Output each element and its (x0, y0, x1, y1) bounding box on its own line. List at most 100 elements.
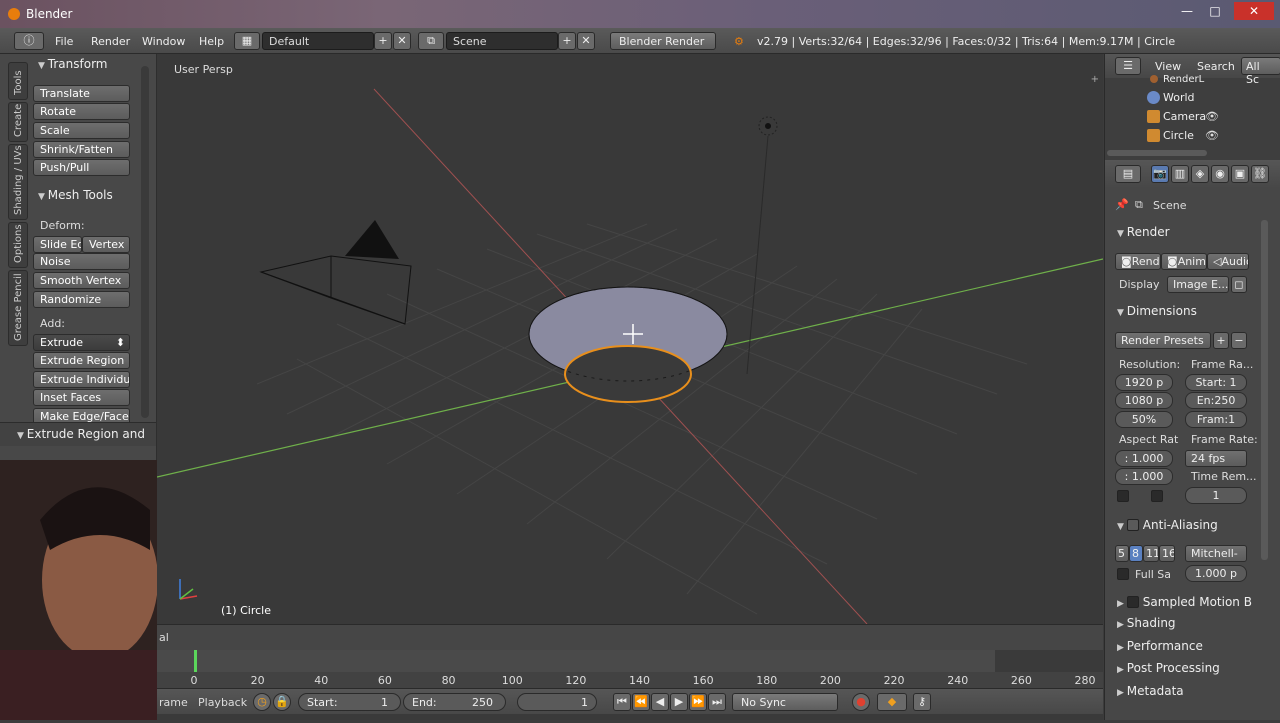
remove-scene-button[interactable]: ✕ (577, 32, 595, 50)
shrink-fatten-button[interactable]: Shrink/Fatten (33, 141, 130, 158)
aa-samples-8[interactable]: 8 (1129, 545, 1143, 562)
aspect-y-field[interactable]: : 1.000 (1115, 468, 1173, 485)
performance-panel-header[interactable]: Performance (1117, 639, 1203, 653)
extrude-region-button[interactable]: Extrude Region (33, 352, 130, 369)
border-checkbox[interactable] (1117, 490, 1129, 502)
resolution-x-field[interactable]: 1920 p (1115, 374, 1173, 391)
inset-faces-button[interactable]: Inset Faces (33, 389, 130, 406)
audio-button[interactable]: ◁Audio (1207, 253, 1249, 270)
screen-layout-icon[interactable]: ▦ (234, 32, 260, 50)
render-tab-icon[interactable]: 📷 (1151, 165, 1169, 183)
jump-start-icon[interactable]: ⏮ (613, 693, 631, 711)
extrude-dropdown[interactable]: Extrude ⬍ (33, 334, 130, 351)
post-processing-panel-header[interactable]: Post Processing (1117, 661, 1220, 675)
clock-icon[interactable]: ◷ (253, 693, 271, 711)
playback-menu[interactable]: Playback (198, 696, 247, 709)
outliner-item-world[interactable]: World (1163, 91, 1195, 104)
tab-grease-pencil[interactable]: Grease Pencil (8, 270, 28, 346)
keyframe-icon[interactable]: ⚷ (913, 693, 931, 711)
tab-tools[interactable]: Tools (8, 62, 28, 100)
camera-object[interactable] (259, 220, 412, 325)
display-select[interactable]: Image E... (1167, 276, 1229, 293)
timeline-area[interactable] (157, 650, 1103, 672)
scale-button[interactable]: Scale (33, 122, 130, 139)
menu-help[interactable]: Help (199, 35, 224, 48)
frame-end-field[interactable]: En:250 (1185, 392, 1247, 409)
randomize-button[interactable]: Randomize (33, 291, 130, 308)
outliner-item-renderlayers[interactable]: RenderL (1163, 74, 1204, 85)
motion-blur-checkbox[interactable] (1126, 596, 1139, 608)
crop-checkbox[interactable] (1151, 490, 1163, 502)
anti-aliasing-checkbox[interactable] (1126, 519, 1139, 531)
slide-edge-button[interactable]: Slide Ed (33, 236, 82, 253)
aspect-x-field[interactable]: : 1.000 (1115, 450, 1173, 467)
scene-icon[interactable]: ⧉ (418, 32, 444, 50)
anti-aliasing-panel-header[interactable]: Anti-Aliasing (1117, 517, 1218, 532)
start-frame-field[interactable]: Start: 1 (298, 693, 401, 711)
info-editor-icon[interactable]: ⓘ (14, 32, 44, 50)
tab-shading-uvs[interactable]: Shading / UVs (8, 144, 28, 220)
scene-field[interactable]: Scene (446, 32, 558, 50)
eye-icon[interactable]: 👁 (1205, 110, 1219, 123)
tab-options[interactable]: Options (8, 222, 28, 268)
motion-blur-panel-header[interactable]: Sampled Motion Blur (1117, 594, 1253, 609)
filter-size-field[interactable]: 1.000 p (1185, 565, 1247, 582)
shading-panel-header[interactable]: Shading (1117, 616, 1176, 630)
aa-samples-5[interactable]: 5 (1115, 545, 1129, 562)
frame-menu[interactable]: rame (159, 696, 188, 709)
aa-filter-select[interactable]: Mitchell- (1185, 545, 1247, 562)
end-frame-field[interactable]: End: 250 (403, 693, 506, 711)
3d-viewport[interactable]: User Persp (1) Circle + (157, 54, 1103, 624)
animation-button[interactable]: ◙Anima (1161, 253, 1207, 270)
frame-step-field[interactable]: Fram:1 (1185, 411, 1247, 428)
play-reverse-icon[interactable]: ◀ (651, 693, 669, 711)
properties-scrollbar[interactable] (1261, 220, 1268, 560)
remove-layout-button[interactable]: ✕ (393, 32, 411, 50)
window-icon[interactable]: ◻ (1231, 276, 1247, 293)
current-frame-marker[interactable] (194, 650, 197, 672)
pin-icon[interactable]: 📌 (1115, 198, 1129, 211)
dimensions-panel-header[interactable]: Dimensions (1117, 304, 1197, 318)
render-button[interactable]: ◙Rend (1115, 253, 1161, 270)
outliner-scrollbar[interactable] (1107, 150, 1207, 156)
object-tab-icon[interactable]: ▣ (1231, 165, 1249, 183)
tab-create[interactable]: Create (8, 102, 28, 142)
jump-end-icon[interactable]: ⏭ (708, 693, 726, 711)
outliner-item-camera[interactable]: Camera (1163, 110, 1206, 123)
properties-editor-icon[interactable]: ▤ (1115, 165, 1141, 183)
tool-shelf-scrollbar[interactable] (141, 66, 149, 418)
render-presets-select[interactable]: Render Presets (1115, 332, 1211, 349)
outliner-item-circle[interactable]: Circle (1163, 129, 1194, 142)
constraints-tab-icon[interactable]: ⛓ (1251, 165, 1269, 183)
render-engine-select[interactable]: Blender Render (610, 32, 716, 50)
resolution-percentage-field[interactable]: 50% (1115, 411, 1173, 428)
aa-samples-16[interactable]: 16 (1159, 545, 1175, 562)
operator-panel-header[interactable]: Extrude Region and (17, 427, 145, 441)
aa-samples-11[interactable]: 11 (1143, 545, 1159, 562)
scene-tab-icon[interactable]: ◈ (1191, 165, 1209, 183)
menu-render[interactable]: Render (91, 35, 130, 48)
push-pull-button[interactable]: Push/Pull (33, 159, 130, 176)
display-mode-select[interactable]: All Sc (1241, 57, 1280, 86)
menu-file[interactable]: File (55, 35, 73, 48)
mesh-tools-panel-header[interactable]: Mesh Tools (38, 188, 113, 202)
viewport-canvas[interactable] (157, 54, 1103, 624)
record-icon[interactable]: ● (852, 693, 870, 711)
add-layout-button[interactable]: + (374, 32, 392, 50)
play-icon[interactable]: ▶ (670, 693, 688, 711)
prev-key-icon[interactable]: ⏪ (632, 693, 650, 711)
render-panel-header[interactable]: Render (1117, 225, 1170, 239)
sync-select[interactable]: No Sync (732, 693, 838, 711)
keying-set-icon[interactable]: ◆ (877, 693, 907, 711)
outliner-search-menu[interactable]: Search (1197, 60, 1235, 73)
full-sample-checkbox[interactable] (1117, 568, 1129, 580)
resolution-y-field[interactable]: 1080 p (1115, 392, 1173, 409)
metadata-panel-header[interactable]: Metadata (1117, 684, 1184, 698)
layout-field[interactable]: Default (262, 32, 374, 50)
slide-vertex-button[interactable]: Vertex (82, 236, 130, 253)
add-preset-icon[interactable]: + (1213, 332, 1229, 349)
frame-start-field[interactable]: Start: 1 (1185, 374, 1247, 391)
eye-icon[interactable]: 👁 (1205, 129, 1219, 142)
minimize-button[interactable]: — (1174, 2, 1200, 20)
maximize-button[interactable]: □ (1202, 2, 1228, 20)
